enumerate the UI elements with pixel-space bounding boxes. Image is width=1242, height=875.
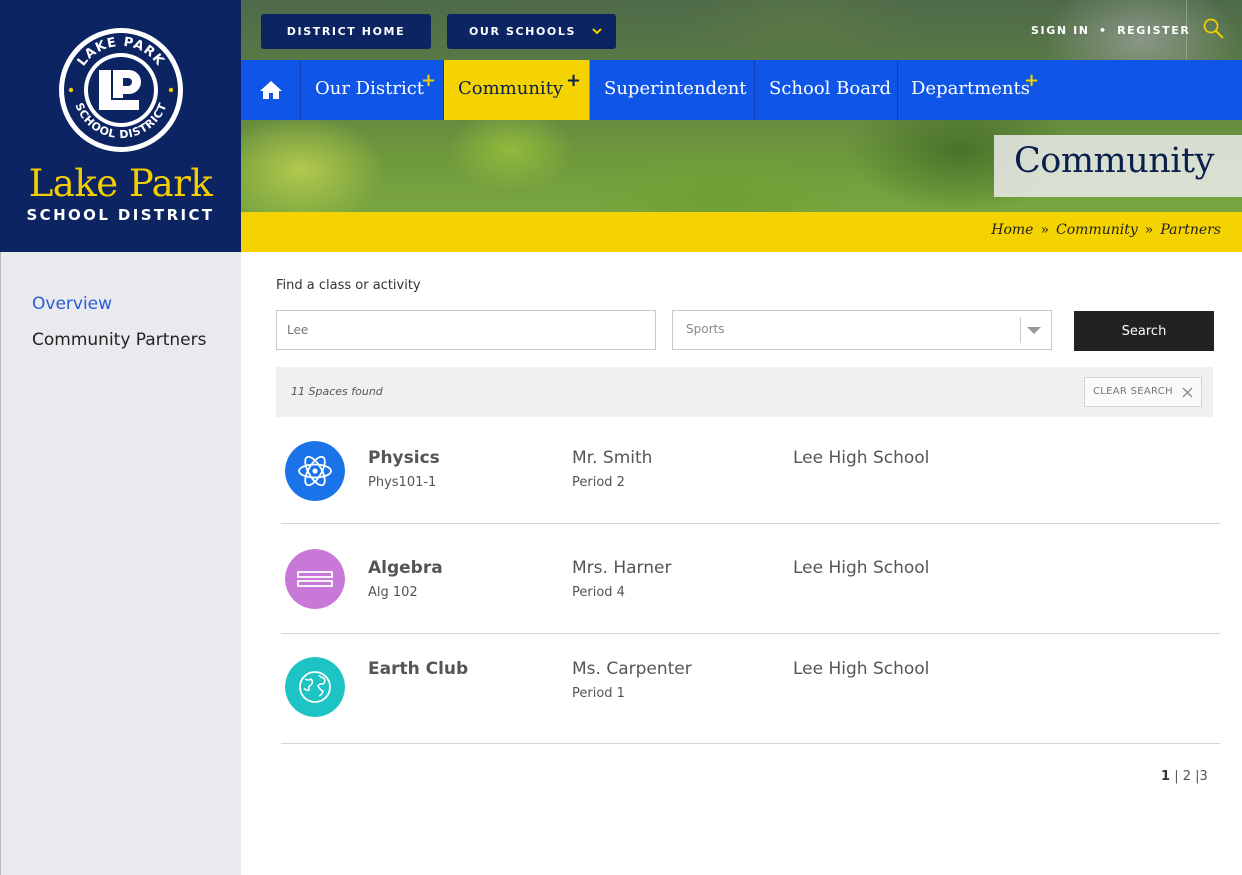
results-summary-bar: 11 Spaces found CLEAR SEARCH bbox=[276, 367, 1213, 417]
page-separator: | bbox=[1174, 769, 1179, 784]
our-schools-dropdown[interactable]: OUR SCHOOLS bbox=[447, 14, 616, 49]
breadcrumb-separator: » bbox=[1040, 222, 1050, 238]
close-icon bbox=[1182, 387, 1193, 398]
teacher-name: Ms. Carpenter bbox=[572, 659, 692, 679]
district-home-button[interactable]: DISTRICT HOME bbox=[261, 14, 431, 49]
sidebar: Overview Community Partners bbox=[0, 252, 241, 875]
result-row[interactable]: Earth Club Ms. Carpenter Period 1 Lee Hi… bbox=[281, 634, 1220, 744]
caret-down-icon bbox=[1027, 327, 1041, 334]
equals-bars-icon bbox=[285, 549, 345, 609]
nav-label: Superintendent bbox=[604, 78, 747, 99]
page-current: 1 bbox=[1161, 769, 1171, 784]
search-button[interactable]: Search bbox=[1074, 311, 1214, 351]
nav-our-district[interactable]: Our District + bbox=[301, 60, 444, 120]
school-name: Lee High School bbox=[793, 448, 930, 468]
sign-in-link[interactable]: SIGN IN bbox=[1031, 24, 1090, 37]
search-icon bbox=[1203, 18, 1224, 39]
brand-subtitle: SCHOOL DISTRICT bbox=[26, 206, 215, 224]
school-name: Lee High School bbox=[793, 558, 930, 578]
atom-icon bbox=[285, 441, 345, 501]
plus-icon: + bbox=[566, 70, 582, 91]
sidebar-item-community-partners[interactable]: Community Partners bbox=[32, 330, 206, 350]
breadcrumb-community[interactable]: Community bbox=[1056, 222, 1138, 238]
breadcrumb-current: Partners bbox=[1160, 222, 1221, 238]
page-link-3[interactable]: 3 bbox=[1200, 769, 1208, 784]
class-name[interactable]: Earth Club bbox=[368, 659, 468, 679]
home-icon bbox=[260, 81, 282, 99]
district-seal-logo: LAKE PARK SCHOOL DISTRICT bbox=[59, 28, 183, 152]
class-name[interactable]: Physics bbox=[368, 448, 440, 468]
nav-departments[interactable]: Departments + bbox=[898, 60, 1058, 120]
clear-search-button[interactable]: CLEAR SEARCH bbox=[1084, 377, 1202, 407]
class-period: Period 4 bbox=[572, 585, 625, 600]
class-name[interactable]: Algebra bbox=[368, 558, 443, 578]
nav-superintendent[interactable]: Superintendent bbox=[590, 60, 755, 120]
category-selected-value: Sports bbox=[686, 322, 725, 336]
teacher-name: Mr. Smith bbox=[572, 448, 653, 468]
nav-school-board[interactable]: School Board bbox=[755, 60, 898, 120]
breadcrumb-bar: Home » Community » Partners bbox=[241, 212, 1242, 252]
category-select[interactable]: Sports bbox=[672, 310, 1052, 350]
breadcrumb-separator: » bbox=[1144, 222, 1154, 238]
class-code: Phys101-1 bbox=[368, 475, 437, 490]
school-name: Lee High School bbox=[793, 659, 930, 679]
nav-label: School Board bbox=[769, 78, 892, 99]
site-search-button[interactable] bbox=[1186, 0, 1242, 60]
nav-community[interactable]: Community + bbox=[444, 60, 590, 120]
register-link[interactable]: REGISTER bbox=[1117, 24, 1190, 37]
result-row[interactable]: Physics Phys101-1 Mr. Smith Period 2 Lee… bbox=[281, 414, 1220, 524]
page-link-2[interactable]: 2 bbox=[1183, 769, 1191, 784]
sidebar-item-overview[interactable]: Overview bbox=[32, 294, 112, 314]
search-label: Find a class or activity bbox=[276, 278, 421, 293]
results-count: 11 Spaces found bbox=[291, 385, 383, 398]
select-divider bbox=[1020, 317, 1021, 343]
plus-icon: + bbox=[421, 70, 437, 91]
class-period: Period 1 bbox=[572, 686, 625, 701]
clear-search-label: CLEAR SEARCH bbox=[1093, 386, 1173, 397]
nav-label: Departments bbox=[911, 78, 1030, 99]
nav-label: Our District bbox=[315, 78, 425, 99]
nav-label: Community bbox=[458, 78, 564, 99]
account-links: SIGN IN • REGISTER bbox=[1031, 24, 1190, 37]
pagination: 1 | 2 |3 bbox=[1161, 769, 1208, 784]
page-title: Community bbox=[1014, 141, 1214, 181]
account-separator: • bbox=[1099, 24, 1108, 37]
nav-home[interactable] bbox=[241, 60, 301, 120]
plus-icon: + bbox=[1024, 70, 1040, 91]
chevron-down-icon bbox=[592, 28, 602, 35]
brand-name: Lake Park bbox=[28, 162, 213, 205]
teacher-name: Mrs. Harner bbox=[572, 558, 672, 578]
page-title-box: Community bbox=[994, 135, 1242, 197]
main-nav: Our District + Community + Superintenden… bbox=[241, 60, 1242, 120]
globe-icon bbox=[285, 657, 345, 717]
result-row[interactable]: Algebra Alg 102 Mrs. Harner Period 4 Lee… bbox=[281, 524, 1220, 634]
hero-banner: DISTRICT HOME OUR SCHOOLS SIGN IN • REGI… bbox=[241, 0, 1242, 212]
our-schools-label: OUR SCHOOLS bbox=[468, 25, 577, 38]
brand-block[interactable]: LAKE PARK SCHOOL DISTRICT Lake Park SCHO… bbox=[0, 0, 241, 252]
breadcrumb-home[interactable]: Home bbox=[991, 222, 1033, 238]
class-period: Period 2 bbox=[572, 475, 625, 490]
breadcrumb: Home » Community » Partners bbox=[991, 222, 1221, 238]
search-input[interactable] bbox=[276, 310, 656, 350]
class-code: Alg 102 bbox=[368, 585, 418, 600]
